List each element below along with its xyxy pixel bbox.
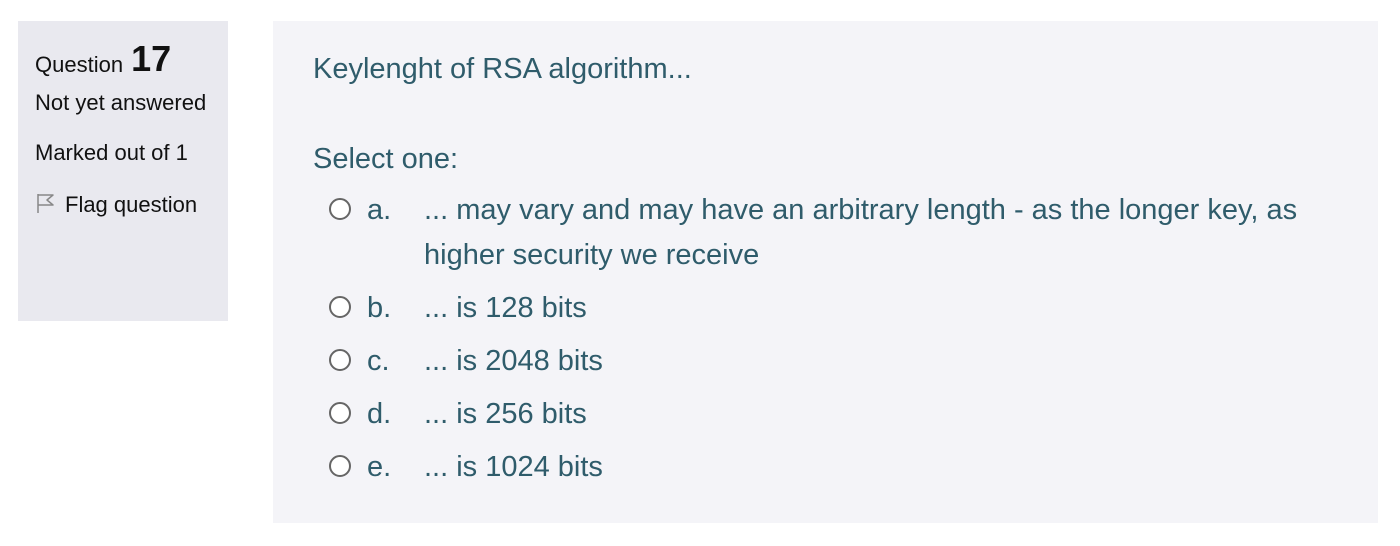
answer-text-a[interactable]: ... may vary and may have an arbitrary l… <box>424 188 1338 278</box>
question-grade: Marked out of 1 <box>35 140 188 165</box>
answer-option-a[interactable]: a. ... may vary and may have an arbitrar… <box>313 188 1338 278</box>
question-state: Not yet answered <box>35 90 207 115</box>
answer-letter-c: c. <box>367 345 390 377</box>
flag-question-label: Flag question <box>65 192 198 217</box>
radio-button-e[interactable] <box>329 455 351 477</box>
answer-text-d[interactable]: ... is 256 bits <box>424 392 1338 437</box>
answer-text-c[interactable]: ... is 2048 bits <box>424 339 1338 384</box>
flag-icon <box>35 189 57 213</box>
answer-list: a. ... may vary and may have an arbitrar… <box>313 188 1338 490</box>
answer-option-e[interactable]: e. ... is 1024 bits <box>313 445 1338 490</box>
flag-question-link[interactable]: Flag question <box>35 187 211 223</box>
radio-button-c[interactable] <box>329 349 351 371</box>
radio-button-d[interactable] <box>329 402 351 424</box>
question-number-line: Question 17 <box>35 35 211 81</box>
question-number: 17 <box>131 38 172 79</box>
answer-option-d[interactable]: d. ... is 256 bits <box>313 392 1338 437</box>
answer-option-c[interactable]: c. ... is 2048 bits <box>313 339 1338 384</box>
question-label: Question <box>35 52 124 77</box>
answer-text-b[interactable]: ... is 128 bits <box>424 286 1338 331</box>
quiz-page: Question 17 Not yet answered Marked out … <box>0 0 1400 546</box>
answer-letter-d: d. <box>367 398 392 430</box>
answer-text-e[interactable]: ... is 1024 bits <box>424 445 1338 490</box>
question-info-panel: Question 17 Not yet answered Marked out … <box>18 21 228 321</box>
radio-button-a[interactable] <box>329 198 351 220</box>
radio-button-b[interactable] <box>329 296 351 318</box>
question-content: Keylenght of RSA algorithm... Select one… <box>273 21 1378 523</box>
answer-letter-b: b. <box>367 292 392 324</box>
select-prompt: Select one: <box>313 143 459 175</box>
answer-letter-e: e. <box>367 451 392 483</box>
question-text: Keylenght of RSA algorithm... <box>313 53 692 85</box>
answer-letter-a: a. <box>367 194 392 226</box>
answer-option-b[interactable]: b. ... is 128 bits <box>313 286 1338 331</box>
